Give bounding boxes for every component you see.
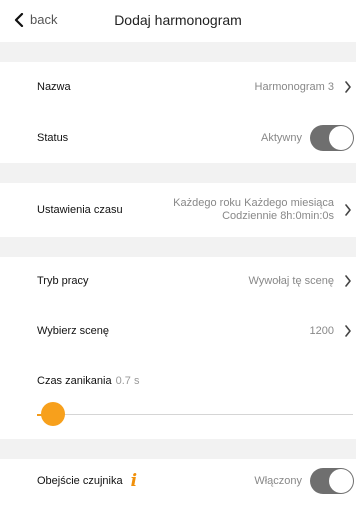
toggle-knob	[329, 126, 353, 150]
time-settings-value: Każdego roku Każdego miesiąca Codziennie…	[173, 197, 334, 223]
name-value: Harmonogram 3	[254, 81, 334, 93]
schedule-screen: back Dodaj harmonogram Nazwa Harmonogram…	[0, 0, 356, 506]
sensor-bypass-value: Włączony	[254, 475, 302, 487]
chevron-right-icon	[345, 81, 351, 93]
row-select-scene[interactable]: Wybierz scenę 1200	[0, 312, 356, 350]
fade-time-label: Czas zanikania 0.7 s	[37, 375, 139, 387]
separator	[0, 439, 356, 459]
select-scene-label: Wybierz scenę	[37, 325, 110, 337]
info-icon[interactable]: i	[131, 471, 137, 491]
chevron-right-icon	[345, 275, 351, 287]
chevron-right-icon	[345, 325, 351, 337]
status-value: Aktywny	[261, 132, 302, 144]
fade-slider-track[interactable]	[37, 414, 353, 415]
fade-slider-thumb[interactable]	[40, 402, 65, 426]
sensor-bypass-toggle[interactable]	[310, 468, 354, 494]
separator	[0, 237, 356, 257]
row-sensor-bypass: Obejście czujnika i Włączony	[0, 466, 356, 496]
page-title: Dodaj harmonogram	[114, 12, 242, 28]
toggle-knob	[329, 469, 353, 493]
row-time-settings[interactable]: Ustawienia czasu Każdego roku Każdego mi…	[0, 188, 356, 232]
separator	[0, 42, 356, 62]
sensor-bypass-label-text: Obejście czujnika	[37, 475, 123, 487]
sensor-bypass-label: Obejście czujnika i	[37, 471, 137, 491]
name-label: Nazwa	[37, 81, 71, 93]
time-settings-value-line2: Codziennie 8h:0min:0s	[222, 210, 334, 222]
fade-time-label-text: Czas zanikania	[37, 375, 112, 387]
fade-time-value: 0.7 s	[115, 375, 140, 387]
row-work-mode[interactable]: Tryb pracy Wywołaj tę scenę	[0, 262, 356, 300]
work-mode-value: Wywołaj tę scenę	[248, 275, 335, 287]
time-settings-label: Ustawienia czasu	[37, 204, 123, 216]
select-scene-value: 1200	[309, 325, 334, 337]
status-label: Status	[37, 132, 69, 144]
row-name[interactable]: Nazwa Harmonogram 3	[0, 66, 356, 108]
separator	[0, 163, 356, 183]
header: back Dodaj harmonogram	[0, 0, 356, 40]
work-mode-label: Tryb pracy	[37, 275, 89, 287]
row-status: Status Aktywny	[0, 118, 356, 158]
status-toggle[interactable]	[310, 125, 354, 151]
row-fade-time: Czas zanikania 0.7 s	[0, 371, 356, 391]
time-settings-value-line1: Każdego roku Każdego miesiąca	[173, 197, 334, 209]
chevron-right-icon	[345, 204, 351, 216]
